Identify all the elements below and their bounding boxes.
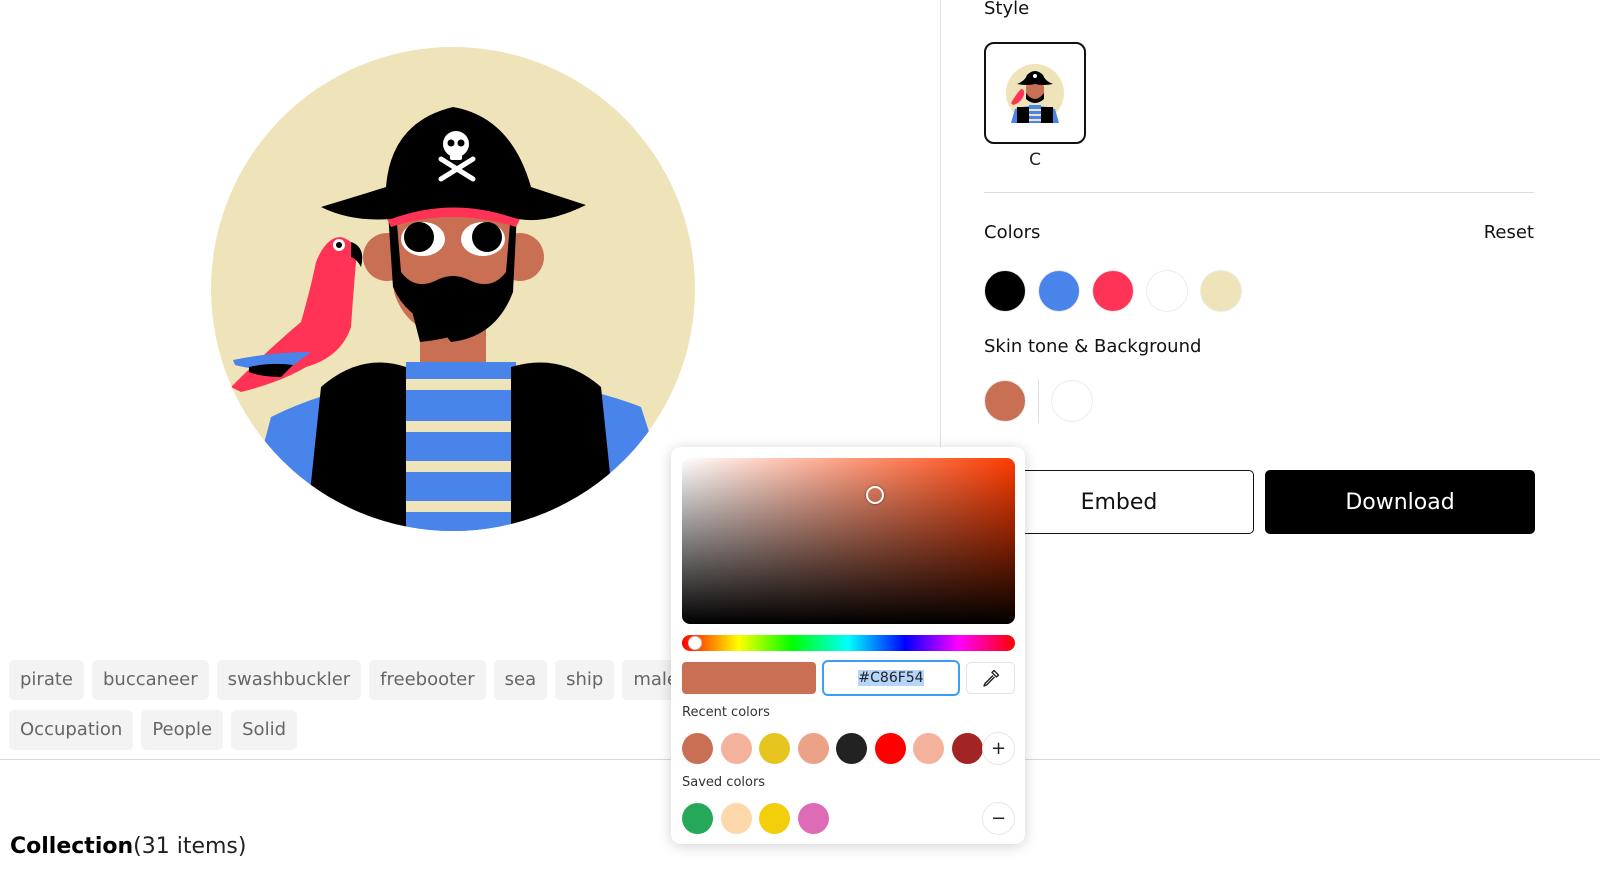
remove-color-button[interactable]: − <box>982 802 1015 835</box>
reset-colors-link[interactable]: Reset <box>1484 222 1534 243</box>
add-color-button[interactable]: + <box>982 732 1015 765</box>
style-option-label: C <box>1029 150 1041 170</box>
tag-row: pirate buccaneer swashbuckler freebooter… <box>9 660 709 700</box>
tag-swashbuckler[interactable]: swashbuckler <box>216 660 362 700</box>
tag-occupation[interactable]: Occupation <box>9 710 134 750</box>
color-swatches <box>984 270 1242 312</box>
skin-background-title: Skin tone & Background <box>984 336 1202 357</box>
skin-tone-swatch[interactable] <box>984 380 1026 422</box>
collection-heading: Collection(31 items) <box>10 834 246 859</box>
color-swatch-beige[interactable] <box>1200 270 1242 312</box>
vest-right <box>511 362 616 531</box>
tag-list: pirate buccaneer swashbuckler freebooter… <box>9 660 709 760</box>
saved-color-swatch[interactable] <box>759 803 790 834</box>
style-thumbnail <box>1006 64 1064 123</box>
eye-left-pupil <box>404 222 434 252</box>
eyedropper-icon <box>982 669 999 687</box>
skull-eye <box>457 139 465 147</box>
saved-colors-label: Saved colors <box>682 775 766 790</box>
recent-color-swatch[interactable] <box>682 733 713 764</box>
recent-color-swatch[interactable] <box>913 733 944 764</box>
tag-ship[interactable]: ship <box>555 660 615 700</box>
tag-freebooter[interactable]: freebooter <box>369 660 486 700</box>
background-color-swatch[interactable] <box>1051 380 1093 422</box>
skin-background-swatches <box>984 379 1093 423</box>
tag-buccaneer[interactable]: buccaneer <box>92 660 209 700</box>
saturation-brightness-area[interactable] <box>682 458 1015 624</box>
skull-eye <box>447 139 455 147</box>
collection-count: (31 items) <box>133 834 247 859</box>
color-picker-popover: Recent colors + Saved colors − <box>671 447 1025 844</box>
tag-pirate[interactable]: pirate <box>9 660 84 700</box>
illustration-preview <box>211 47 695 531</box>
tag-solid[interactable]: Solid <box>231 710 297 750</box>
recent-color-swatch[interactable] <box>836 733 867 764</box>
style-title: Style <box>984 0 1030 19</box>
hex-color-input[interactable] <box>822 660 960 696</box>
plus-icon: + <box>990 738 1007 759</box>
eye-right-pupil <box>472 222 502 252</box>
hue-slider[interactable] <box>682 635 1015 651</box>
saved-color-swatch[interactable] <box>720 803 752 834</box>
tag-sea[interactable]: sea <box>493 660 548 700</box>
minus-icon: − <box>990 808 1007 829</box>
tag-row: Occupation People Solid <box>9 710 709 750</box>
saved-color-swatch[interactable] <box>797 803 829 834</box>
recent-color-swatch[interactable] <box>951 733 983 764</box>
saved-colors <box>682 803 829 834</box>
saved-color-swatch[interactable] <box>682 803 713 834</box>
collection-title: Collection <box>10 834 134 859</box>
color-swatch-black[interactable] <box>984 270 1026 312</box>
recent-color-swatch[interactable] <box>720 733 752 764</box>
hue-slider-handle[interactable] <box>687 636 702 650</box>
recent-color-swatch[interactable] <box>797 733 829 764</box>
recent-color-swatch[interactable] <box>874 733 906 764</box>
colors-title: Colors <box>984 222 1041 243</box>
color-swatch-red[interactable] <box>1092 270 1134 312</box>
recent-colors-label: Recent colors <box>682 705 770 720</box>
style-divider <box>984 192 1534 193</box>
saturation-brightness-handle[interactable] <box>866 485 885 504</box>
tag-people[interactable]: People <box>141 710 224 750</box>
eyedropper-button[interactable] <box>966 662 1015 694</box>
pirate-illustration <box>211 47 695 531</box>
style-option-c[interactable] <box>984 42 1086 144</box>
download-button[interactable]: Download <box>1265 470 1535 534</box>
color-swatch-blue[interactable] <box>1038 270 1080 312</box>
recent-color-swatch[interactable] <box>759 733 790 764</box>
vest-left <box>306 362 406 531</box>
swatch-separator <box>1038 379 1039 423</box>
recent-colors <box>682 733 983 764</box>
color-swatch-white[interactable] <box>1146 270 1188 312</box>
current-color-preview <box>682 662 816 694</box>
